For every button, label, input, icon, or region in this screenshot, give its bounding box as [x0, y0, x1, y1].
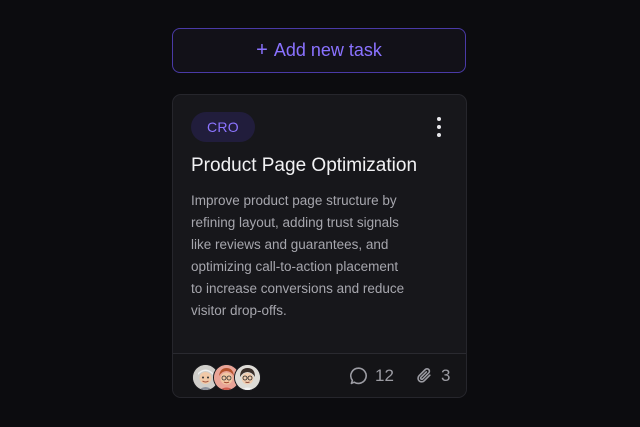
paperclip-icon [417, 368, 431, 383]
attachments-count[interactable]: 3 [415, 366, 450, 386]
description-line: optimizing call-to-action placement [191, 259, 399, 274]
category-tag: CRO [191, 112, 255, 142]
more-options-icon[interactable] [429, 115, 449, 139]
comment-icon [350, 367, 367, 385]
comments-count[interactable]: 12 [349, 366, 394, 386]
task-card-footer: 12 3 [173, 353, 466, 397]
description-line: refining layout, adding trust signals [191, 215, 399, 230]
add-new-task-label: Add new task [273, 40, 382, 60]
comments-count-value: 12 [375, 366, 394, 385]
add-new-task-button[interactable]: + Add new task [172, 28, 466, 73]
avatar[interactable] [234, 364, 261, 391]
task-card[interactable]: CRO Product Page Optimization Improve pr… [172, 94, 467, 398]
description-line: to increase conversions and reduce [191, 281, 405, 296]
attachments-count-value: 3 [441, 366, 451, 385]
task-description: Improve product page structure by refini… [191, 190, 451, 322]
plus-icon: + [256, 38, 268, 61]
description-line: visitor drop-offs. [191, 303, 287, 318]
description-line: Improve product page structure by [191, 193, 397, 208]
description-line: like reviews and guarantees, and [191, 237, 389, 252]
task-title: Product Page Optimization [191, 155, 418, 176]
